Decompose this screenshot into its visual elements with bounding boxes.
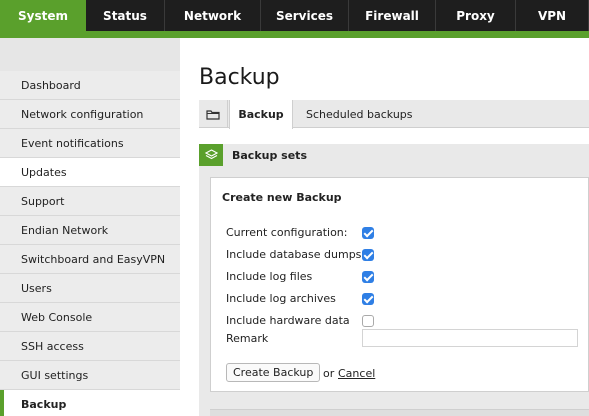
sidebar: Dashboard Network configuration Event no… (0, 38, 180, 416)
accent-band (0, 31, 589, 38)
sidebar-item-event-notifications[interactable]: Event notifications (0, 129, 180, 158)
checkbox-hardware-data[interactable] (362, 315, 374, 327)
create-backup-title: Create new Backup (222, 191, 342, 204)
page-title: Backup (199, 65, 280, 90)
nav-system[interactable]: System (0, 0, 86, 31)
option-label-database-dumps: Include database dumps (226, 248, 362, 261)
sidebar-item-ssh-access[interactable]: SSH access (0, 332, 180, 361)
tab-backup[interactable]: Backup (229, 100, 293, 129)
remark-input[interactable] (362, 329, 578, 347)
checkbox-current-configuration[interactable] (362, 227, 374, 239)
sidebar-item-endian-network[interactable]: Endian Network (0, 216, 180, 245)
layers-icon (199, 144, 223, 166)
checkbox-database-dumps[interactable] (362, 249, 374, 261)
sidebar-item-updates[interactable]: Updates (0, 158, 180, 187)
option-label-log-archives: Include log archives (226, 292, 336, 305)
tab-bar: Backup Scheduled backups (199, 100, 589, 129)
create-backup-button[interactable]: Create Backup (226, 363, 321, 382)
sidebar-item-users[interactable]: Users (0, 274, 180, 303)
sidebar-item-backup[interactable]: Backup (0, 390, 180, 416)
backup-sets-panel: Create new Backup Current configuration:… (199, 166, 589, 416)
create-backup-form: Create new Backup Current configuration:… (210, 177, 589, 392)
sidebar-item-support[interactable]: Support (0, 187, 180, 216)
sidebar-item-network-configuration[interactable]: Network configuration (0, 100, 180, 129)
checkbox-log-files[interactable] (362, 271, 374, 283)
nav-proxy[interactable]: Proxy (436, 0, 516, 31)
sidebar-item-dashboard[interactable]: Dashboard (0, 71, 180, 100)
tab-scheduled-backups[interactable]: Scheduled backups (306, 100, 413, 128)
backup-sets-header[interactable]: Backup sets (199, 144, 589, 166)
checkbox-log-archives[interactable] (362, 293, 374, 305)
option-label-current-configuration: Current configuration: (226, 226, 348, 239)
main-content: Backup Backup Scheduled backups Backup s… (180, 38, 589, 416)
remark-label: Remark (226, 332, 269, 345)
or-text: or (323, 367, 335, 380)
backup-table-header (210, 409, 589, 416)
nav-status[interactable]: Status (86, 0, 165, 31)
nav-vpn[interactable]: VPN (516, 0, 589, 31)
option-label-hardware-data: Include hardware data (226, 314, 350, 327)
cancel-link[interactable]: Cancel (338, 367, 375, 380)
option-label-log-files: Include log files (226, 270, 313, 283)
nav-services[interactable]: Services (261, 0, 349, 31)
nav-firewall[interactable]: Firewall (349, 0, 436, 31)
folder-icon[interactable] (199, 100, 228, 128)
top-navigation: System Status Network Services Firewall … (0, 0, 589, 31)
sidebar-item-gui-settings[interactable]: GUI settings (0, 361, 180, 390)
sidebar-menu: Dashboard Network configuration Event no… (0, 71, 180, 416)
sidebar-item-web-console[interactable]: Web Console (0, 303, 180, 332)
sidebar-item-switchboard-easyvpn[interactable]: Switchboard and EasyVPN (0, 245, 180, 274)
backup-sets-title: Backup sets (232, 148, 307, 162)
nav-network[interactable]: Network (165, 0, 261, 31)
